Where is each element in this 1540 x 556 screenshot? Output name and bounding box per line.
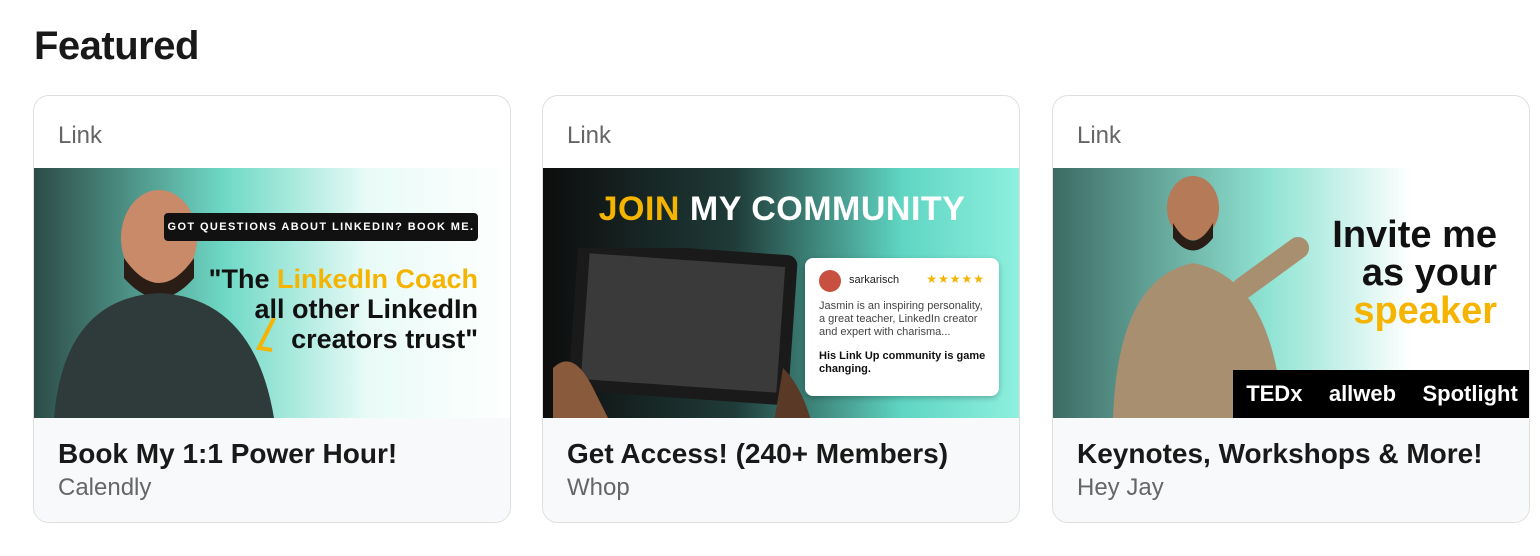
card-image[interactable]: Invite me as your speaker TEDx allweb Sp… [1053,168,1529,418]
card-image[interactable]: GOT QUESTIONS ABOUT LINKEDIN? BOOK ME. "… [34,168,510,418]
card-subtitle: Hey Jay [1077,474,1164,501]
review-card: sarkarisch ★★★★★ Jasmin is an inspiring … [805,258,999,396]
tablet-illustration [553,248,811,418]
featured-card-community[interactable]: Link JOIN MY COMMUNITY sarkarisch ★★★★★ … [542,95,1020,523]
featured-card-keynotes[interactable]: Link Invite me as your speaker TEDx allw… [1052,95,1530,523]
invite-text: Invite me as your speaker [1332,214,1497,332]
card-title[interactable]: Keynotes, Workshops & More! [1077,438,1483,470]
quote-text: "The LinkedIn Coach all other LinkedIn c… [208,264,478,354]
spotlight-logo: Spotlight [1422,381,1518,406]
card-image[interactable]: JOIN MY COMMUNITY sarkarisch ★★★★★ Jasmi… [543,168,1019,418]
logos-bar: TEDx allweb Spotlight [1233,370,1529,418]
card-footer: Keynotes, Workshops & More! Hey Jay [1053,418,1529,522]
card-subtitle: Whop [567,474,630,501]
card-footer: Book My 1:1 Power Hour! Calendly [34,418,510,522]
avatar [819,270,841,292]
card-subtitle: Calendly [58,474,152,501]
card-type-label: Link [1077,122,1122,149]
card-title[interactable]: Get Access! (240+ Members) [567,438,948,470]
review-text: Jasmin is an inspiring personality, a gr… [819,300,983,338]
card-type-label: Link [58,122,103,149]
tedx-logo: TEDx [1246,381,1303,406]
card-type-label: Link [567,122,612,149]
card-title[interactable]: Book My 1:1 Power Hour! [58,438,397,470]
card-footer: Get Access! (240+ Members) Whop [543,418,1019,522]
reviewer-name: sarkarisch [849,274,900,286]
section-title: Featured [34,24,199,68]
featured-card-power-hour[interactable]: Link GOT QUESTIONS ABOUT LINKEDIN? BOOK … [33,95,511,523]
headline: JOIN MY COMMUNITY [598,190,966,228]
review-highlight: His Link Up community is game changing. [819,350,986,375]
allweb-logo: allweb [1328,381,1397,406]
rating-stars: ★★★★★ [926,272,985,286]
banner-pill: GOT QUESTIONS ABOUT LINKEDIN? BOOK ME. [164,213,478,241]
